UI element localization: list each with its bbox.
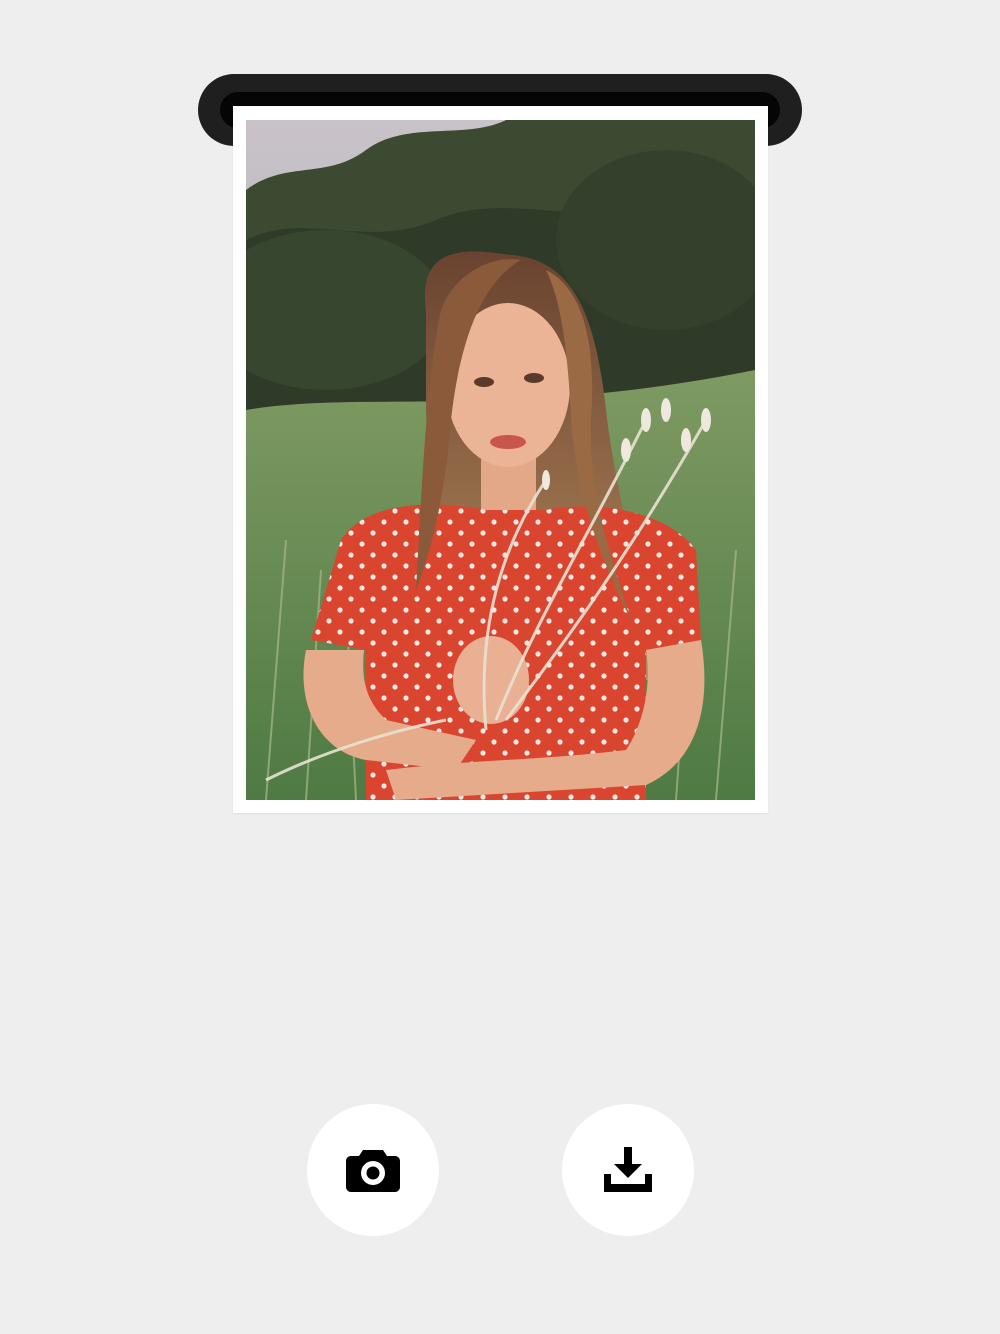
portrait-photo: [246, 120, 755, 800]
download-icon: [604, 1147, 652, 1193]
photo-printer-screen: [0, 0, 1000, 1334]
camera-icon: [346, 1148, 400, 1192]
camera-button[interactable]: [307, 1104, 439, 1236]
printed-photo-card: [233, 106, 768, 813]
download-button[interactable]: [562, 1104, 694, 1236]
